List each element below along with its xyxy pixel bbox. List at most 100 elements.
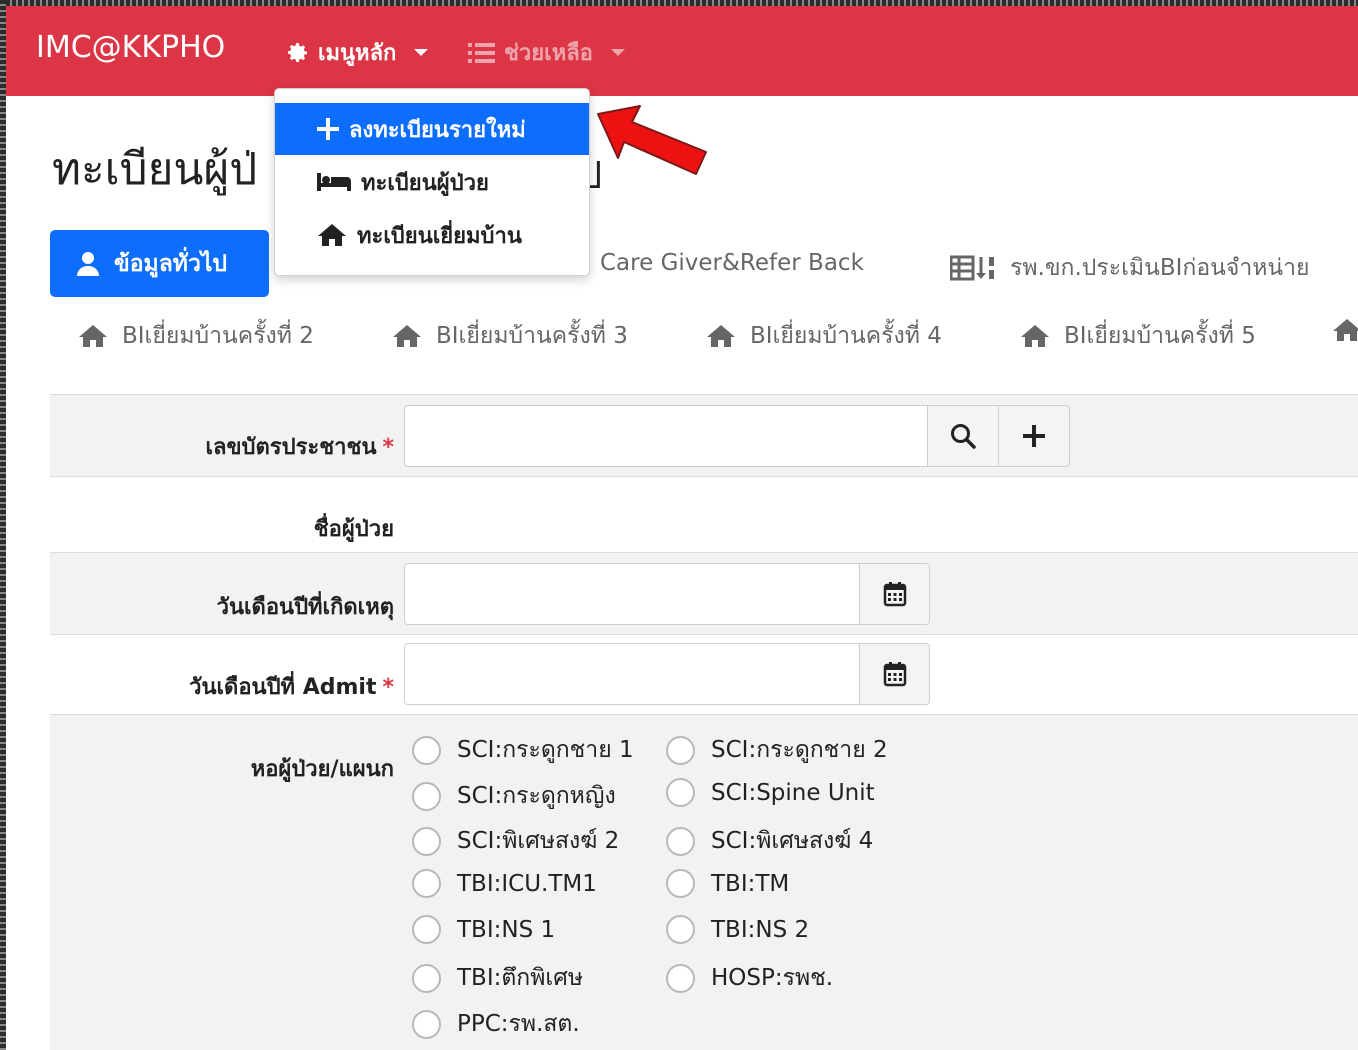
help-menu-label: ช่วยเหลือ: [504, 41, 593, 66]
calendar-icon: [883, 662, 906, 687]
incident-date-picker-button[interactable]: [859, 563, 930, 625]
ward-option-tbi-ns-2[interactable]: TBI:NS 2: [666, 915, 809, 944]
ward-option-label: SCI:พิเศษสงฆ์ 4: [711, 828, 874, 854]
incident-date-label: วันเดือนปีที่เกิดเหตุ: [216, 595, 394, 620]
tab-bi-visit-5-label: BIเยี่ยมบ้านครั้งที่ 5: [1064, 323, 1256, 349]
ward-option-tbi-ns-1[interactable]: TBI:NS 1: [412, 915, 555, 944]
admit-date-label-text: วันเดือนปีที่ Admit: [189, 675, 377, 700]
citizen-id-input[interactable]: [404, 405, 928, 467]
ward-option-sci-female[interactable]: SCI:กระดูกหญิง: [412, 778, 616, 814]
citizen-id-label-text: เลขบัตรประชาชน: [205, 435, 377, 460]
radio-circle[interactable]: [412, 915, 441, 944]
plus-icon: [317, 118, 339, 140]
ward-option-sci-male-2[interactable]: SCI:กระดูกชาย 2: [666, 732, 888, 768]
ward-option-sci-monk-2[interactable]: SCI:พิเศษสงฆ์ 2: [412, 823, 619, 859]
tab-general-info[interactable]: ข้อมูลทั่วไป: [50, 230, 269, 297]
ward-option-ppc[interactable]: PPC:รพ.สต.: [412, 1006, 580, 1042]
radio-circle[interactable]: [412, 826, 441, 856]
ward-option-label: HOSP:รพช.: [711, 965, 834, 991]
citizen-id-label: เลขบัตรประชาชน *: [206, 429, 394, 464]
chevron-down-icon: [610, 49, 625, 56]
tab-caregiver-label: Care Giver&Refer Back: [600, 250, 864, 276]
incident-date-input[interactable]: [404, 563, 860, 625]
add-patient-button[interactable]: [998, 405, 1070, 467]
ward-option-tbi-icu-tm1[interactable]: TBI:ICU.TM1: [412, 869, 597, 898]
home-icon: [707, 325, 735, 347]
required-mark: *: [382, 435, 394, 460]
admit-date-label: วันเดือนปีที่ Admit *: [189, 669, 394, 704]
home-icon: [318, 224, 346, 246]
page-title: ทะเบียนผู้ป่: [52, 134, 257, 204]
annotation-arrow-icon: [597, 105, 707, 175]
ward-option-hosp-community[interactable]: HOSP:รพช.: [666, 960, 833, 996]
form-row-incident-date: วันเดือนปีที่เกิดเหตุ: [50, 552, 1358, 634]
form-row-ward: หอผู้ป่วย/แผนก SCI:กระดูกชาย 1 SCI:กระดู…: [50, 714, 1358, 1050]
radio-circle[interactable]: [412, 869, 441, 898]
ward-option-sci-male-1[interactable]: SCI:กระดูกชาย 1: [412, 732, 634, 768]
admit-date-input[interactable]: [404, 643, 860, 705]
form-row-patient-name: ชื่อผู้ป่วย: [50, 476, 1358, 552]
gear-icon: [288, 42, 307, 62]
search-icon: [951, 424, 976, 449]
ward-option-tbi-tm[interactable]: TBI:TM: [666, 869, 789, 898]
radio-circle[interactable]: [666, 915, 695, 944]
radio-circle[interactable]: [666, 963, 695, 993]
menu-item-label: ลงทะเบียนรายใหม่: [349, 117, 526, 143]
ward-option-label: TBI:TM: [711, 870, 790, 897]
radio-circle[interactable]: [666, 735, 695, 765]
radio-circle[interactable]: [666, 778, 695, 807]
ward-option-label: SCI:กระดูกชาย 1: [457, 737, 634, 763]
tab-caregiver-referback[interactable]: Care Giver&Refer Back: [600, 250, 864, 276]
ward-option-label: TBI:NS 2: [711, 916, 810, 943]
form-row-citizen-id: เลขบัตรประชาชน *: [50, 394, 1358, 476]
required-mark: *: [382, 675, 394, 700]
main-menu-dropdown[interactable]: เมนูหลัก: [286, 35, 429, 70]
tab-bi-visit-3[interactable]: BIเยี่ยมบ้านครั้งที่ 3: [392, 318, 628, 354]
tab-bi-before-discharge-label: รพ.ขก.ประเมินBIก่อนจำหน่าย: [1010, 255, 1310, 281]
radio-circle[interactable]: [412, 963, 441, 993]
tab-bi-visit-5[interactable]: BIเยี่ยมบ้านครั้งที่ 5: [1020, 318, 1256, 354]
ward-option-label: TBI:ตึกพิเศษ: [457, 965, 584, 991]
radio-circle[interactable]: [666, 869, 695, 898]
tab-bi-visit-4-label: BIเยี่ยมบ้านครั้งที่ 4: [750, 323, 942, 349]
radio-circle[interactable]: [666, 826, 695, 856]
menu-item-home-visit-register[interactable]: ทะเบียนเยี่ยมบ้าน: [275, 209, 589, 261]
radio-circle[interactable]: [412, 1009, 441, 1039]
search-button[interactable]: [927, 405, 999, 467]
menu-item-label: ทะเบียนผู้ป่วย: [361, 170, 489, 196]
tab-bi-visit-next[interactable]: [1332, 318, 1358, 342]
bed-icon: [317, 173, 351, 191]
admit-date-picker-button[interactable]: [859, 643, 930, 705]
tab-bi-visit-4[interactable]: BIเยี่ยมบ้านครั้งที่ 4: [706, 318, 942, 354]
form-row-admit-date: วันเดือนปีที่ Admit *: [50, 634, 1358, 714]
sort-numeric-icon: [950, 255, 994, 281]
ward-option-tbi-special[interactable]: TBI:ตึกพิเศษ: [412, 960, 583, 996]
ward-option-label: TBI:ICU.TM1: [457, 870, 597, 897]
tab-bi-visit-2[interactable]: BIเยี่ยมบ้านครั้งที่ 2: [78, 318, 314, 354]
menu-item-label: ทะเบียนเยี่ยมบ้าน: [357, 223, 522, 249]
browser-viewport: IMC@KKPHO เมนูหลัก ช่วยเหลือ ทะเบียนผู้ป…: [6, 6, 1358, 1050]
plus-icon: [1023, 425, 1045, 447]
main-menu-dropdown-panel: ลงทะเบียนรายใหม่ ทะเบียนผู้ป่วย ทะเบียนเ…: [274, 88, 590, 276]
home-icon: [79, 325, 107, 347]
main-menu-label: เมนูหลัก: [318, 41, 397, 66]
ward-option-label: SCI:กระดูกหญิง: [457, 783, 616, 809]
patient-name-label: ชื่อผู้ป่วย: [313, 517, 394, 542]
ward-option-label: SCI:พิเศษสงฆ์ 2: [457, 828, 620, 854]
list-icon: [468, 42, 495, 63]
tab-bi-before-discharge[interactable]: รพ.ขก.ประเมินBIก่อนจำหน่าย: [950, 250, 1310, 286]
brand-logo[interactable]: IMC@KKPHO: [36, 30, 225, 65]
ward-label: หอผู้ป่วย/แผนก: [250, 757, 394, 782]
ward-option-label: SCI:Spine Unit: [711, 779, 875, 806]
user-icon: [77, 251, 99, 276]
radio-circle[interactable]: [412, 735, 441, 765]
home-icon: [1021, 325, 1049, 347]
tab-bi-visit-3-label: BIเยี่ยมบ้านครั้งที่ 3: [436, 323, 628, 349]
help-menu-dropdown[interactable]: ช่วยเหลือ: [468, 35, 625, 70]
tab-general-info-label: ข้อมูลทั่วไป: [114, 250, 228, 277]
ward-option-sci-spine-unit[interactable]: SCI:Spine Unit: [666, 778, 875, 807]
menu-item-patient-register[interactable]: ทะเบียนผู้ป่วย: [275, 156, 589, 208]
ward-option-sci-monk-4[interactable]: SCI:พิเศษสงฆ์ 4: [666, 823, 873, 859]
menu-item-new-registration[interactable]: ลงทะเบียนรายใหม่: [275, 103, 589, 155]
radio-circle[interactable]: [412, 781, 441, 811]
